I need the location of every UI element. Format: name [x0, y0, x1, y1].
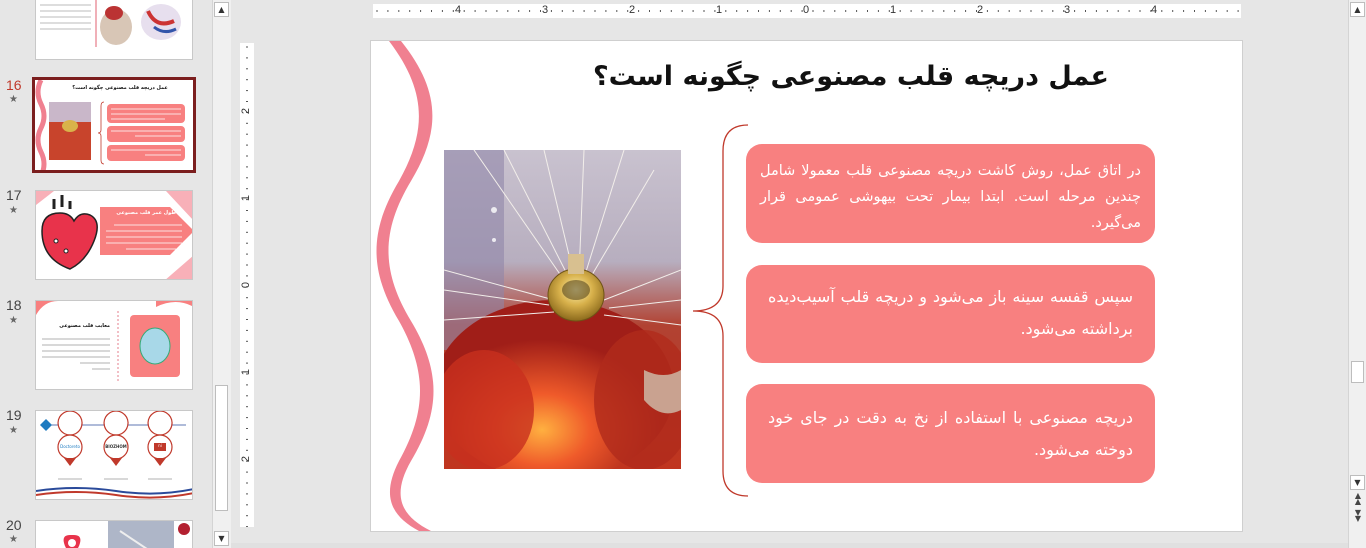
- thumbnail-18-title: معایب قلب مصنوعی: [59, 323, 110, 329]
- thumbnail-17-number: 17: [6, 187, 22, 203]
- info-bubble-3[interactable]: دریچه مصنوعی با استفاده از نخ به دقت در …: [746, 384, 1155, 483]
- thumbnail-scroll-thumb[interactable]: [215, 385, 228, 511]
- thumbnail-18-graphic: [36, 301, 192, 381]
- thumbnail-16-star-icon: ★: [9, 94, 18, 105]
- thumbnail-17-graphic: [36, 191, 192, 279]
- hruler-label: 1: [890, 4, 897, 16]
- slide-scroll-down-icon[interactable]: ▼: [1350, 475, 1365, 490]
- vertical-ruler[interactable]: 2 1 0 1 2: [240, 43, 254, 527]
- thumbnail-scroll-down-icon[interactable]: ▼: [214, 531, 229, 546]
- vruler-label: 2: [240, 455, 253, 463]
- hruler-label: 3: [542, 4, 549, 16]
- slide-thumbnail-15[interactable]: [35, 0, 193, 60]
- hruler-label: 0: [803, 4, 810, 16]
- thumbnail-19-number: 19: [6, 407, 22, 423]
- pink-wave-decoration: [376, 41, 434, 531]
- hruler-label: 3: [1064, 4, 1071, 16]
- surgery-photo-image: [444, 150, 681, 469]
- hruler-label: 1: [716, 4, 723, 16]
- thumbnail-scroll-up-icon[interactable]: ▲: [214, 2, 229, 17]
- vruler-label: 2: [240, 107, 253, 115]
- thumbnail-17-title: طول عمر قلب مصنوعی: [116, 210, 176, 216]
- slide-title[interactable]: عمل دریچه قلب مصنوعی چگونه است؟: [551, 61, 1151, 92]
- vruler-label: 1: [240, 194, 253, 202]
- thumbnail-19-logo-ni: ni: [154, 443, 166, 451]
- info-bubble-2[interactable]: سپس قفسه سینه باز می‌شود و دریچه قلب آسی…: [746, 265, 1155, 363]
- next-slide-icon[interactable]: ▼ ▼: [1352, 509, 1364, 523]
- hruler-label: 2: [629, 4, 636, 16]
- hruler-label: 2: [977, 4, 984, 16]
- slide-thumbnail-17[interactable]: طول عمر قلب مصنوعی: [35, 190, 193, 280]
- thumbnail-19-graphic: [36, 411, 192, 499]
- thumbnail-20-graphic: [63, 521, 190, 548]
- thumbnail-15-graphic: [36, 0, 192, 59]
- slide-scrollbar[interactable]: ▲ ▼ ▲ ▲ ▼ ▼: [1348, 0, 1366, 548]
- thumbnail-19-logo-biozhom: BIOZHOM: [105, 444, 127, 449]
- curly-bracket: [692, 124, 749, 497]
- thumbnail-20-number: 20: [6, 517, 22, 533]
- slide-scroll-thumb[interactable]: [1351, 361, 1364, 383]
- vruler-label: 1: [240, 368, 253, 376]
- previous-slide-icon[interactable]: ▲ ▲: [1352, 492, 1364, 506]
- slide-thumbnail-pane: 16 ★ عمل دریچه قلب مصنوعی چگونه است؟ 17 …: [0, 0, 212, 548]
- thumbnail-18-star-icon: ★: [9, 315, 18, 326]
- slide-scroll-up-icon[interactable]: ▲: [1350, 2, 1365, 17]
- thumbnail-18-number: 18: [6, 297, 22, 313]
- slide-thumbnail-16[interactable]: عمل دریچه قلب مصنوعی چگونه است؟: [32, 77, 196, 173]
- hruler-label: 4: [1151, 4, 1158, 16]
- horizontal-scroll-area: [231, 543, 1348, 548]
- slide-thumbnail-20[interactable]: [35, 520, 193, 548]
- hruler-label: 4: [455, 4, 462, 16]
- thumbnail-19-logo-doctoreto: Doctoreto: [60, 444, 80, 449]
- slide-thumbnail-19[interactable]: منابع Doctoreto BIOZHOM ni: [35, 410, 193, 500]
- thumbnail-16-graphic: [35, 80, 185, 170]
- thumbnail-19-star-icon: ★: [9, 425, 18, 436]
- vruler-label: 0: [240, 281, 253, 289]
- horizontal-ruler[interactable]: 4 3 2 1 0 1 2 3 4: [373, 4, 1241, 18]
- info-bubble-1[interactable]: در اتاق عمل، روش کاشت دریچه مصنوعی قلب م…: [746, 144, 1155, 243]
- slide-canvas[interactable]: عمل دریچه قلب مصنوعی چگونه است؟ در اتاق …: [370, 40, 1243, 532]
- slide-editor: 4 3 2 1 0 1 2 3 4 2 1 0 1 2 عمل دریچه قل…: [231, 0, 1348, 548]
- thumbnail-17-star-icon: ★: [9, 205, 18, 216]
- thumbnail-16-number: 16: [6, 77, 22, 93]
- slide-thumbnail-18[interactable]: معایب قلب مصنوعی: [35, 300, 193, 390]
- artificial-valve-surgery-photo[interactable]: [444, 150, 681, 469]
- thumbnail-20-star-icon: ★: [9, 534, 18, 545]
- thumbnail-scrollbar[interactable]: ▲ ▼: [212, 0, 231, 548]
